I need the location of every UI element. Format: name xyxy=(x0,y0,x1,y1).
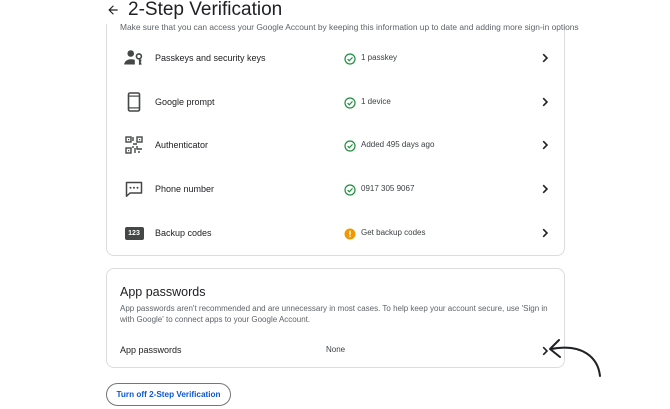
smartphone-icon xyxy=(124,92,144,112)
page-header: 2-Step Verification xyxy=(0,0,670,24)
backup-codes-123-icon: 123 xyxy=(124,223,144,243)
check-circle-icon xyxy=(344,52,356,65)
method-label: Passkeys and security keys xyxy=(155,53,266,63)
chevron-right-icon xyxy=(539,226,551,238)
passkey-person-key-icon xyxy=(124,48,144,68)
method-row-backup-codes[interactable]: 123 Backup codes Get backup codes xyxy=(107,214,564,254)
method-status: Get backup codes xyxy=(361,228,426,237)
second-steps-card: Make sure that you can access your Googl… xyxy=(106,0,579,256)
method-label: Authenticator xyxy=(155,140,209,150)
check-circle-icon xyxy=(344,96,356,109)
chevron-right-icon xyxy=(539,95,551,107)
app-passwords-title: App passwords xyxy=(120,285,206,299)
chevron-right-icon xyxy=(539,182,551,194)
method-label: Google prompt xyxy=(155,97,215,107)
back-arrow-icon[interactable] xyxy=(104,1,122,19)
chevron-right-icon xyxy=(539,51,551,63)
method-row-google-prompt[interactable]: Google prompt 1 device xyxy=(107,83,564,123)
method-row-passkeys[interactable]: Passkeys and security keys 1 passkey xyxy=(107,39,564,79)
app-passwords-card: App passwords App passwords aren't recom… xyxy=(106,268,565,368)
turn-off-2sv-button[interactable]: Turn off 2-Step Verification xyxy=(106,383,231,406)
page-title: 2-Step Verification xyxy=(128,0,283,20)
sms-message-icon xyxy=(124,179,144,199)
method-label: Backup codes xyxy=(155,228,212,238)
chevron-right-icon xyxy=(539,138,551,150)
app-passwords-description: App passwords aren't recommended and are… xyxy=(120,304,548,324)
check-circle-icon xyxy=(344,139,356,152)
warning-circle-icon xyxy=(344,227,356,240)
method-label: Phone number xyxy=(155,184,215,194)
qr-code-icon xyxy=(124,135,144,155)
method-status: Added 495 days ago xyxy=(361,140,435,149)
app-passwords-row-value: None xyxy=(326,345,346,354)
app-passwords-row-label: App passwords xyxy=(120,345,182,355)
method-status: 0917 305 9067 xyxy=(361,184,415,193)
method-status: 1 device xyxy=(361,97,391,106)
check-circle-icon xyxy=(344,183,356,196)
chevron-right-icon xyxy=(539,344,551,356)
method-row-phone-number[interactable]: Phone number 0917 305 9067 xyxy=(107,170,564,210)
method-row-authenticator[interactable]: Authenticator Added 495 days ago xyxy=(107,126,564,166)
app-passwords-row[interactable]: App passwords None xyxy=(107,339,564,361)
method-status: 1 passkey xyxy=(361,53,398,62)
